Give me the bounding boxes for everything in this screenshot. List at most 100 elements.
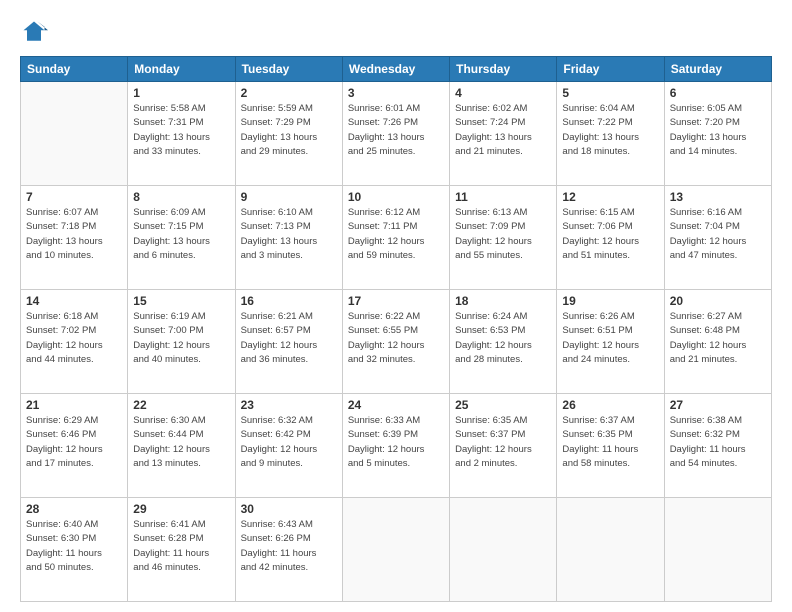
calendar-cell: [21, 82, 128, 186]
day-info: Sunrise: 6:30 AM Sunset: 6:44 PM Dayligh…: [133, 414, 229, 471]
calendar-week-row: 1Sunrise: 5:58 AM Sunset: 7:31 PM Daylig…: [21, 82, 772, 186]
calendar-cell: 7 Sunrise: 6:07 AM Sunset: 7:18 PM Daylig…: [21, 186, 128, 290]
day-number: 27: [670, 398, 766, 412]
day-info: Sunrise: 6:07 AM Sunset: 7:18 PM Dayligh…: [26, 206, 122, 263]
day-info: Sunrise: 6:05 AM Sunset: 7:20 PM Dayligh…: [670, 102, 766, 159]
day-number: 28: [26, 502, 122, 516]
day-info: Sunrise: 6:41 AM Sunset: 6:28 PM Dayligh…: [133, 518, 229, 575]
calendar-cell: 26Sunrise: 6:37 AM Sunset: 6:35 PM Dayli…: [557, 394, 664, 498]
day-number: 7: [26, 190, 122, 204]
calendar-header-saturday: Saturday: [664, 57, 771, 82]
calendar-cell: 1Sunrise: 5:58 AM Sunset: 7:31 PM Daylig…: [128, 82, 235, 186]
calendar-cell: 16Sunrise: 6:21 AM Sunset: 6:57 PM Dayli…: [235, 290, 342, 394]
calendar-cell: 21 Sunrise: 6:29 AM Sunset: 6:46 PM Dayli…: [21, 394, 128, 498]
calendar-cell: 14 Sunrise: 6:18 AM Sunset: 7:02 PM Dayli…: [21, 290, 128, 394]
calendar-cell: 4 Sunrise: 6:02 AM Sunset: 7:24 PM Daylig…: [450, 82, 557, 186]
day-info: Sunrise: 6:33 AM Sunset: 6:39 PM Dayligh…: [348, 414, 444, 471]
day-number: 2: [241, 86, 337, 100]
calendar-week-row: 21 Sunrise: 6:29 AM Sunset: 6:46 PM Dayli…: [21, 394, 772, 498]
calendar-header-friday: Friday: [557, 57, 664, 82]
day-number: 8: [133, 190, 229, 204]
calendar-cell: [450, 498, 557, 602]
calendar-cell: [557, 498, 664, 602]
calendar-cell: [664, 498, 771, 602]
day-number: 30: [241, 502, 337, 516]
day-info: Sunrise: 6:35 AM Sunset: 6:37 PM Dayligh…: [455, 414, 551, 471]
day-number: 23: [241, 398, 337, 412]
calendar-header-tuesday: Tuesday: [235, 57, 342, 82]
calendar-week-row: 28 Sunrise: 6:40 AM Sunset: 6:30 PM Dayli…: [21, 498, 772, 602]
header: [20, 18, 772, 46]
calendar-cell: 9 Sunrise: 6:10 AM Sunset: 7:13 PM Daylig…: [235, 186, 342, 290]
calendar-cell: 17 Sunrise: 6:22 AM Sunset: 6:55 PM Dayli…: [342, 290, 449, 394]
day-number: 17: [348, 294, 444, 308]
day-number: 4: [455, 86, 551, 100]
calendar-cell: 19Sunrise: 6:26 AM Sunset: 6:51 PM Dayli…: [557, 290, 664, 394]
day-number: 16: [241, 294, 337, 308]
page: SundayMondayTuesdayWednesdayThursdayFrid…: [0, 0, 792, 612]
calendar: SundayMondayTuesdayWednesdayThursdayFrid…: [20, 56, 772, 602]
day-info: Sunrise: 6:12 AM Sunset: 7:11 PM Dayligh…: [348, 206, 444, 263]
day-info: Sunrise: 6:27 AM Sunset: 6:48 PM Dayligh…: [670, 310, 766, 367]
calendar-cell: 6 Sunrise: 6:05 AM Sunset: 7:20 PM Daylig…: [664, 82, 771, 186]
day-info: Sunrise: 6:22 AM Sunset: 6:55 PM Dayligh…: [348, 310, 444, 367]
day-number: 29: [133, 502, 229, 516]
calendar-cell: 27Sunrise: 6:38 AM Sunset: 6:32 PM Dayli…: [664, 394, 771, 498]
day-info: Sunrise: 6:04 AM Sunset: 7:22 PM Dayligh…: [562, 102, 658, 159]
calendar-cell: 23 Sunrise: 6:32 AM Sunset: 6:42 PM Dayli…: [235, 394, 342, 498]
day-info: Sunrise: 6:01 AM Sunset: 7:26 PM Dayligh…: [348, 102, 444, 159]
calendar-cell: 24 Sunrise: 6:33 AM Sunset: 6:39 PM Dayli…: [342, 394, 449, 498]
day-number: 3: [348, 86, 444, 100]
day-info: Sunrise: 6:29 AM Sunset: 6:46 PM Dayligh…: [26, 414, 122, 471]
day-info: Sunrise: 6:18 AM Sunset: 7:02 PM Dayligh…: [26, 310, 122, 367]
day-number: 21: [26, 398, 122, 412]
day-number: 1: [133, 86, 229, 100]
calendar-cell: 29 Sunrise: 6:41 AM Sunset: 6:28 PM Dayli…: [128, 498, 235, 602]
calendar-cell: 5 Sunrise: 6:04 AM Sunset: 7:22 PM Daylig…: [557, 82, 664, 186]
day-number: 18: [455, 294, 551, 308]
day-number: 9: [241, 190, 337, 204]
day-info: Sunrise: 5:59 AM Sunset: 7:29 PM Dayligh…: [241, 102, 337, 159]
calendar-cell: 30 Sunrise: 6:43 AM Sunset: 6:26 PM Dayli…: [235, 498, 342, 602]
day-info: Sunrise: 6:26 AM Sunset: 6:51 PM Dayligh…: [562, 310, 658, 367]
calendar-cell: 25 Sunrise: 6:35 AM Sunset: 6:37 PM Dayli…: [450, 394, 557, 498]
calendar-cell: 15 Sunrise: 6:19 AM Sunset: 7:00 PM Dayli…: [128, 290, 235, 394]
calendar-header-wednesday: Wednesday: [342, 57, 449, 82]
day-info: Sunrise: 6:19 AM Sunset: 7:00 PM Dayligh…: [133, 310, 229, 367]
day-info: Sunrise: 6:40 AM Sunset: 6:30 PM Dayligh…: [26, 518, 122, 575]
day-info: Sunrise: 6:02 AM Sunset: 7:24 PM Dayligh…: [455, 102, 551, 159]
day-number: 15: [133, 294, 229, 308]
day-number: 11: [455, 190, 551, 204]
calendar-cell: 2 Sunrise: 5:59 AM Sunset: 7:29 PM Daylig…: [235, 82, 342, 186]
day-number: 5: [562, 86, 658, 100]
day-number: 14: [26, 294, 122, 308]
day-info: Sunrise: 6:16 AM Sunset: 7:04 PM Dayligh…: [670, 206, 766, 263]
day-info: Sunrise: 6:13 AM Sunset: 7:09 PM Dayligh…: [455, 206, 551, 263]
day-info: Sunrise: 6:10 AM Sunset: 7:13 PM Dayligh…: [241, 206, 337, 263]
calendar-cell: 22 Sunrise: 6:30 AM Sunset: 6:44 PM Dayli…: [128, 394, 235, 498]
day-info: Sunrise: 6:37 AM Sunset: 6:35 PM Dayligh…: [562, 414, 658, 471]
day-info: Sunrise: 6:32 AM Sunset: 6:42 PM Dayligh…: [241, 414, 337, 471]
day-number: 13: [670, 190, 766, 204]
calendar-cell: 11 Sunrise: 6:13 AM Sunset: 7:09 PM Dayli…: [450, 186, 557, 290]
calendar-cell: 28 Sunrise: 6:40 AM Sunset: 6:30 PM Dayli…: [21, 498, 128, 602]
logo-icon: [20, 18, 48, 46]
calendar-cell: 20 Sunrise: 6:27 AM Sunset: 6:48 PM Dayli…: [664, 290, 771, 394]
calendar-header-monday: Monday: [128, 57, 235, 82]
calendar-cell: 10 Sunrise: 6:12 AM Sunset: 7:11 PM Dayli…: [342, 186, 449, 290]
day-number: 20: [670, 294, 766, 308]
day-info: Sunrise: 6:15 AM Sunset: 7:06 PM Dayligh…: [562, 206, 658, 263]
day-number: 10: [348, 190, 444, 204]
day-number: 22: [133, 398, 229, 412]
calendar-week-row: 7 Sunrise: 6:07 AM Sunset: 7:18 PM Daylig…: [21, 186, 772, 290]
day-number: 12: [562, 190, 658, 204]
calendar-header-row: SundayMondayTuesdayWednesdayThursdayFrid…: [21, 57, 772, 82]
day-info: Sunrise: 6:43 AM Sunset: 6:26 PM Dayligh…: [241, 518, 337, 575]
calendar-week-row: 14 Sunrise: 6:18 AM Sunset: 7:02 PM Dayli…: [21, 290, 772, 394]
logo: [20, 18, 52, 46]
day-number: 25: [455, 398, 551, 412]
day-number: 6: [670, 86, 766, 100]
calendar-cell: 18Sunrise: 6:24 AM Sunset: 6:53 PM Dayli…: [450, 290, 557, 394]
calendar-cell: [342, 498, 449, 602]
day-number: 24: [348, 398, 444, 412]
